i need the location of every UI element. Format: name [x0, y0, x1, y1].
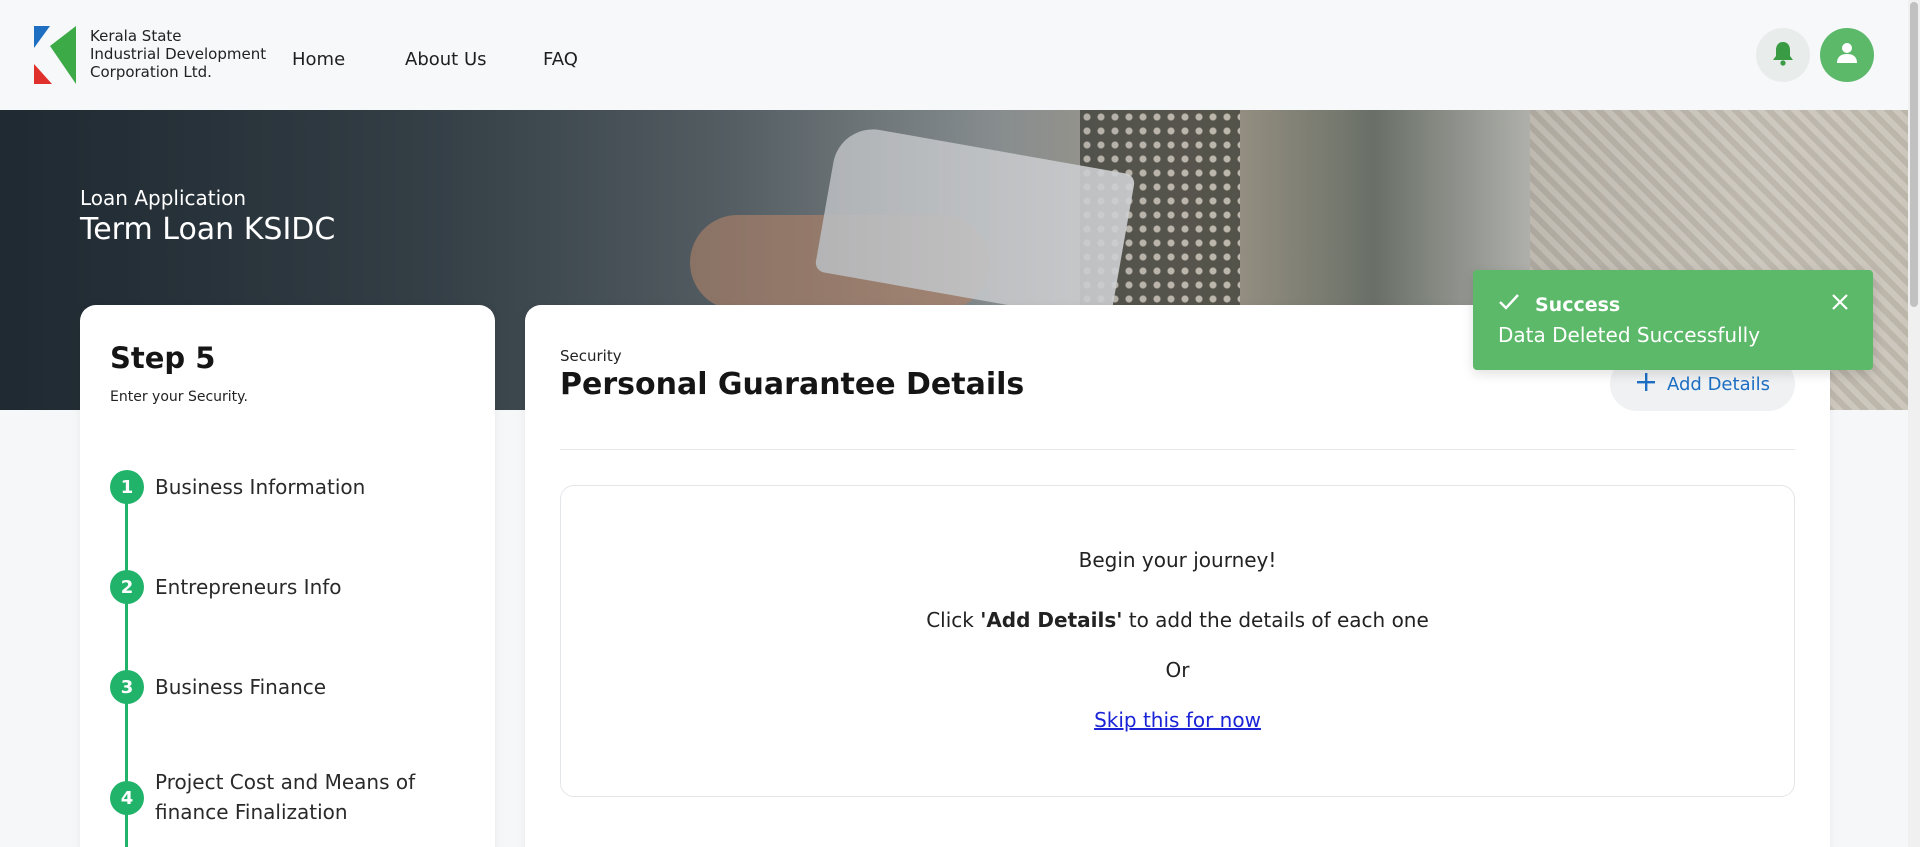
empty-state-heading: Begin your journey! — [1078, 548, 1277, 572]
step-item-project-cost[interactable]: Project Cost and Means of finance Finali… — [155, 767, 455, 827]
toast-message: Data Deleted Successfully — [1498, 323, 1761, 347]
step-number-3: 3 — [110, 670, 144, 704]
step-number-1: 1 — [110, 470, 144, 504]
step-item-business-information[interactable]: Business Information — [155, 472, 455, 502]
brand-line-3: Corporation Ltd. — [90, 63, 212, 81]
notifications-button[interactable] — [1756, 28, 1810, 82]
scrollbar-thumb[interactable] — [1910, 2, 1918, 307]
nav-home-link[interactable]: Home — [292, 49, 345, 70]
section-divider — [560, 449, 1795, 450]
brand-name: Kerala State Industrial Development Corp… — [90, 27, 266, 81]
instruction-prefix: Click — [926, 608, 974, 632]
toast-title: Success — [1535, 294, 1621, 316]
plus-icon — [1635, 371, 1657, 397]
empty-state-panel: Begin your journey! Click 'Add Details' … — [560, 485, 1795, 797]
user-profile-button[interactable] — [1820, 28, 1874, 82]
brand-line-2: Industrial Development — [90, 45, 267, 63]
success-toast: Success Data Deleted Successfully — [1473, 270, 1873, 370]
current-step-title: Step 5 — [110, 341, 216, 375]
instruction-bold: 'Add Details' — [980, 608, 1123, 632]
bell-icon — [1771, 40, 1795, 70]
step-item-business-finance[interactable]: Business Finance — [155, 672, 455, 702]
skip-row: Skip this for now — [561, 708, 1794, 732]
section-title: Personal Guarantee Details — [560, 367, 1025, 402]
kerala-logo-icon[interactable] — [34, 26, 76, 84]
instruction-suffix: to add the details of each one — [1128, 608, 1429, 632]
skip-link[interactable]: Skip this for now — [1094, 708, 1261, 732]
current-step-subtitle: Enter your Security. — [110, 389, 248, 405]
brand-line-1: Kerala State — [90, 27, 182, 45]
check-icon — [1498, 292, 1520, 316]
top-navbar: Kerala State Industrial Development Corp… — [0, 0, 1920, 110]
step-item-entrepreneurs-info[interactable]: Entrepreneurs Info — [155, 572, 455, 602]
steps-sidebar: Step 5 Enter your Security. 1 Business I… — [80, 305, 495, 847]
empty-state-instruction: Click 'Add Details' to add the details o… — [561, 608, 1794, 632]
nav-about-link[interactable]: About Us — [405, 49, 487, 70]
empty-state-or: Or — [1165, 658, 1190, 682]
step-number-2: 2 — [110, 570, 144, 604]
add-details-label: Add Details — [1667, 373, 1770, 395]
main-content-card: Security Personal Guarantee Details Add … — [525, 305, 1830, 847]
hero-subtitle: Loan Application — [80, 186, 247, 210]
step-number-4: 4 — [110, 781, 144, 815]
section-label: Security — [560, 347, 622, 365]
user-icon — [1836, 42, 1858, 68]
page-scrollbar[interactable] — [1908, 0, 1920, 847]
page-title: Term Loan KSIDC — [80, 212, 336, 247]
close-icon[interactable] — [1828, 290, 1852, 314]
nav-faq-link[interactable]: FAQ — [543, 49, 578, 70]
